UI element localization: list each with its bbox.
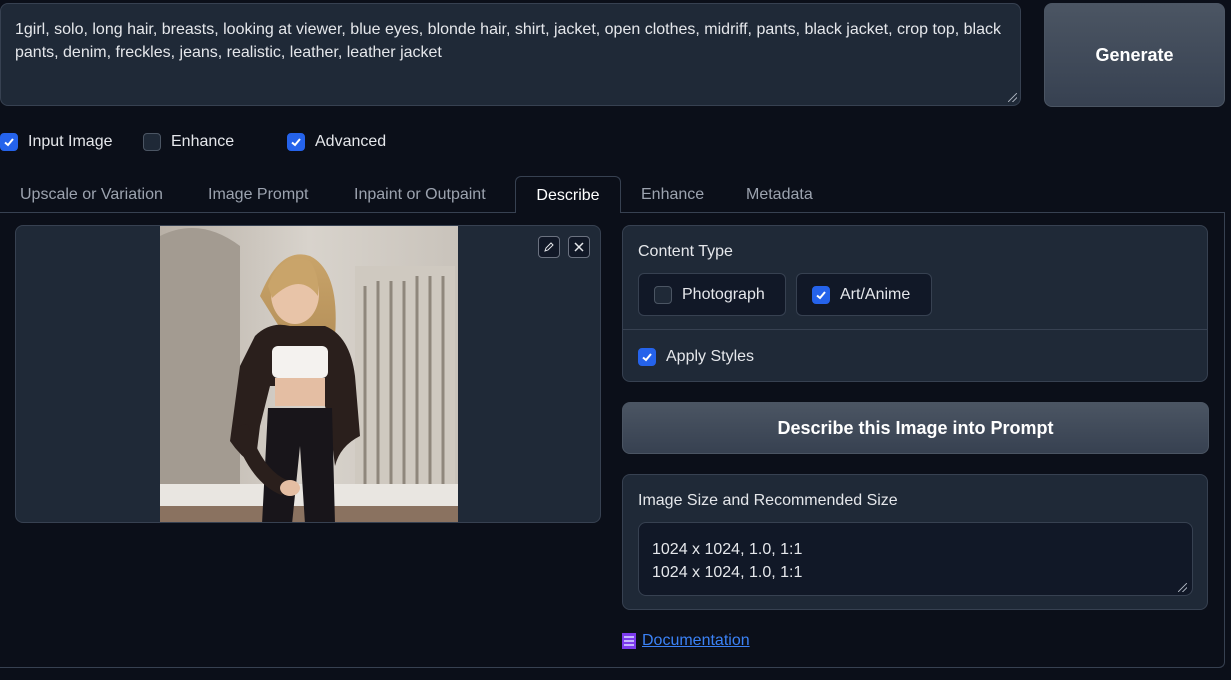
enhance-label: Enhance bbox=[171, 133, 235, 150]
resize-handle-icon[interactable] bbox=[1178, 583, 1187, 592]
advanced-checkbox[interactable]: Advanced bbox=[287, 131, 386, 153]
tab-metadata[interactable]: Metadata bbox=[746, 176, 813, 213]
advanced-label: Advanced bbox=[315, 133, 387, 150]
image-upload-panel[interactable] bbox=[15, 225, 601, 523]
input-image-label: Input Image bbox=[28, 133, 113, 150]
image-size-card: Image Size and Recommended Size 1024 x 1… bbox=[622, 474, 1208, 610]
divider bbox=[623, 329, 1207, 330]
image-size-title: Image Size and Recommended Size bbox=[638, 492, 898, 509]
documentation-label[interactable]: Documentation bbox=[642, 632, 750, 650]
close-icon[interactable] bbox=[568, 236, 590, 258]
checkbox-unchecked-icon[interactable] bbox=[143, 133, 161, 151]
tab-inpaint-or-outpaint[interactable]: Inpaint or Outpaint bbox=[354, 176, 486, 213]
photograph-option[interactable]: Photograph bbox=[638, 273, 786, 316]
content-type-card: Content Type Photograph Art/Anime Apply … bbox=[622, 225, 1208, 382]
tab-describe[interactable]: Describe bbox=[515, 176, 621, 213]
content-type-title: Content Type bbox=[638, 243, 733, 260]
art-anime-option[interactable]: Art/Anime bbox=[796, 273, 932, 316]
prompt-textarea[interactable]: 1girl, solo, long hair, breasts, looking… bbox=[0, 3, 1021, 106]
radio-checked-icon[interactable] bbox=[812, 285, 830, 304]
generate-button[interactable]: Generate bbox=[1044, 3, 1225, 107]
checkbox-checked-icon[interactable] bbox=[638, 348, 656, 366]
prompt-text: 1girl, solo, long hair, breasts, looking… bbox=[15, 21, 1002, 61]
art-anime-label: Art/Anime bbox=[840, 285, 911, 303]
apply-styles-label: Apply Styles bbox=[666, 348, 755, 365]
apply-styles-checkbox[interactable]: Apply Styles bbox=[638, 346, 754, 368]
book-icon bbox=[622, 633, 636, 649]
enhance-checkbox[interactable]: Enhance bbox=[143, 131, 234, 153]
checkbox-checked-icon[interactable] bbox=[287, 133, 305, 151]
uploaded-photo bbox=[160, 226, 458, 522]
documentation-link[interactable]: Documentation bbox=[622, 632, 750, 650]
describe-image-button[interactable]: Describe this Image into Prompt bbox=[622, 402, 1209, 454]
photograph-label: Photograph bbox=[682, 285, 765, 303]
tab-bar: Upscale or Variation Image Prompt Inpain… bbox=[0, 176, 1225, 213]
tab-image-prompt[interactable]: Image Prompt bbox=[208, 176, 308, 213]
radio-unchecked-icon[interactable] bbox=[654, 285, 672, 304]
tab-enhance[interactable]: Enhance bbox=[641, 176, 704, 213]
edit-pencil-icon[interactable] bbox=[538, 236, 560, 258]
input-image-checkbox[interactable]: Input Image bbox=[0, 131, 113, 153]
image-size-textarea[interactable]: 1024 x 1024, 1.0, 1:1 1024 x 1024, 1.0, … bbox=[638, 522, 1193, 596]
checkbox-checked-icon[interactable] bbox=[0, 133, 18, 151]
tab-upscale-or-variation[interactable]: Upscale or Variation bbox=[20, 176, 163, 213]
resize-handle-icon[interactable] bbox=[1008, 93, 1017, 102]
